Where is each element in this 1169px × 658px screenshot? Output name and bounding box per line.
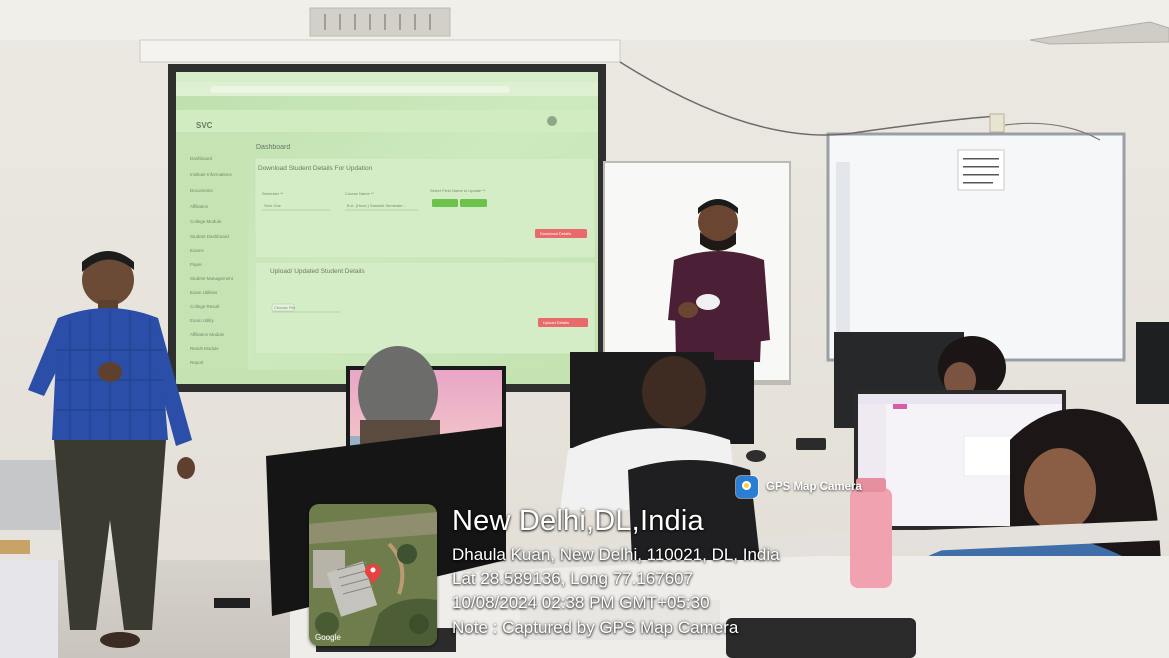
projected-sidebar-item: Exam Utilities bbox=[190, 290, 218, 295]
projected-upload-button[interactable]: Upload Details bbox=[541, 319, 589, 326]
photo-scene: SVC Dashboard Download Student Details F… bbox=[0, 0, 1169, 658]
projected-choose-file-button[interactable]: Choose File bbox=[274, 305, 295, 310]
map-attribution: Google bbox=[315, 633, 341, 642]
projected-sidebar-item: Exams bbox=[190, 248, 204, 253]
projected-sidebar-item: Affiliation Module bbox=[190, 332, 225, 337]
projected-sidebar-item: Paper bbox=[190, 262, 203, 267]
projected-sidebar-item: College Module bbox=[190, 219, 222, 224]
projected-section-download-title: Download Student Details For Updation bbox=[258, 165, 373, 172]
projected-sidebar-item: College Result bbox=[190, 304, 220, 309]
projected-semester-value[interactable]: Sem One bbox=[264, 203, 281, 208]
projected-page-title: Dashboard bbox=[256, 144, 291, 151]
projected-sidebar-item: Exam Utility bbox=[190, 318, 214, 323]
projected-sidebar-item: Dashboard bbox=[190, 156, 213, 161]
projected-sidebar-item: Documents bbox=[190, 188, 213, 193]
projected-sidebar-item: Affiliation bbox=[190, 204, 209, 209]
gps-camera-icon bbox=[736, 476, 758, 498]
gps-app-name: GPS Map Camera bbox=[766, 481, 862, 493]
satellite-map bbox=[309, 504, 437, 646]
projected-sidebar-item: Report bbox=[190, 360, 204, 365]
projected-select-field-label: Select Field Name to Update ** bbox=[430, 188, 486, 193]
projected-sidebar-item: Result Module bbox=[190, 346, 219, 351]
gps-datetime: 10/08/2024 02:38 PM GMT+05:30 bbox=[452, 593, 710, 612]
projected-semester-label: Semester ** bbox=[262, 191, 284, 196]
gps-lat-long: Lat 28.589136, Long 77.167607 bbox=[452, 569, 694, 588]
gps-city: New Delhi,DL,India bbox=[452, 505, 704, 537]
projected-app-logo: SVC bbox=[196, 121, 213, 130]
projected-course-value[interactable]: B.A. (Hons.) Sanskrit Semester... bbox=[347, 203, 417, 208]
projected-sidebar-item: Institute Informations bbox=[190, 172, 232, 177]
projected-sidebar-item: Student Management bbox=[190, 276, 234, 281]
gps-map-thumbnail: Google bbox=[309, 504, 437, 646]
gps-address: Dhaula Kuan, New Delhi, 110021, DL, Indi… bbox=[452, 545, 780, 564]
gps-camera-badge: GPS Map Camera bbox=[736, 476, 862, 498]
projected-course-label: Course Name ** bbox=[345, 191, 374, 196]
projected-section-upload-title: Upload/ Updated Student Details bbox=[270, 268, 365, 275]
gps-note: Note : Captured by GPS Map Camera bbox=[452, 618, 739, 637]
projected-download-button[interactable]: Download Details bbox=[538, 230, 588, 237]
projected-sidebar-item: Student Dashboard bbox=[190, 234, 229, 239]
